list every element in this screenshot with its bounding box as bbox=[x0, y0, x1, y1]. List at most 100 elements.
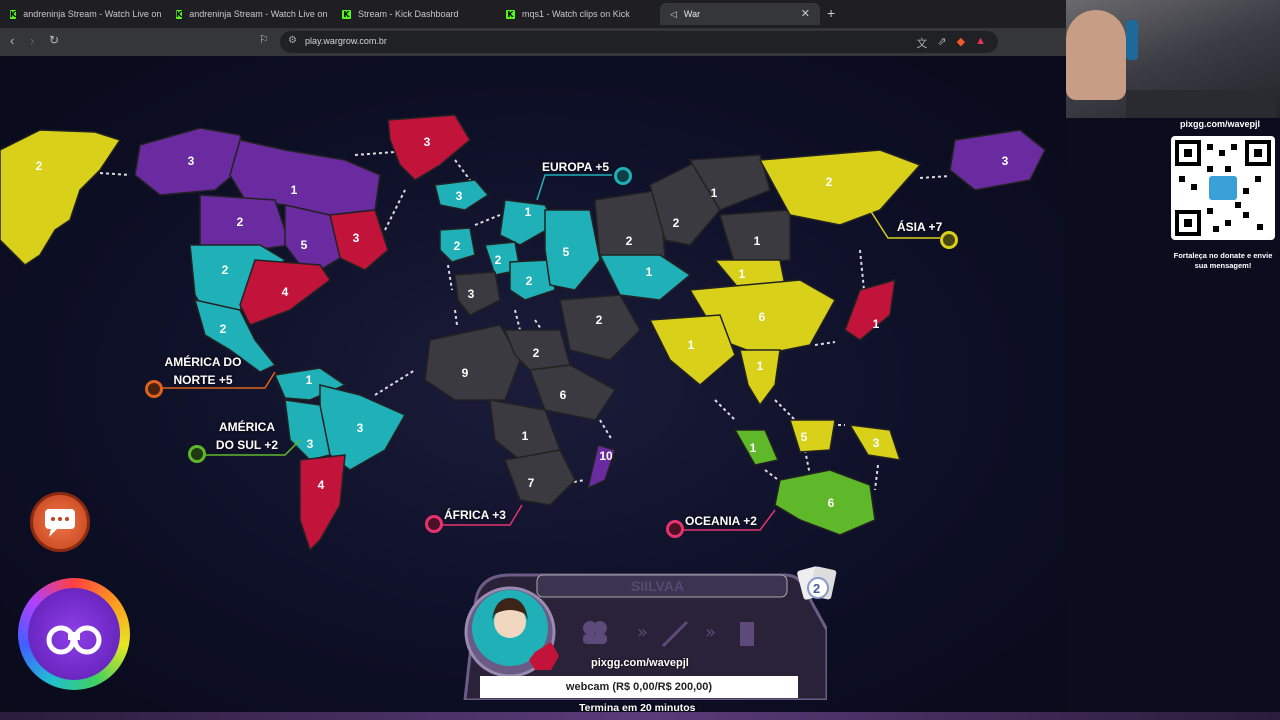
pix-message: Fortaleça no donate e envie sua mensagem… bbox=[1173, 251, 1273, 270]
army-count: 2 bbox=[222, 263, 229, 277]
browser-tab[interactable]: K andreninja Stream - Watch Live on K bbox=[0, 3, 162, 25]
territory-moscow[interactable] bbox=[544, 209, 601, 291]
url-text: play.wargrow.com.br bbox=[305, 36, 387, 46]
army-count: 1 bbox=[291, 183, 298, 197]
target-icon[interactable] bbox=[614, 167, 632, 185]
army-count: 5 bbox=[801, 430, 808, 444]
army-count: 1 bbox=[522, 429, 529, 443]
player-name: SIILVAA bbox=[631, 578, 685, 594]
kick-icon: K bbox=[342, 9, 351, 19]
continent-label-europa: EUROPA +5 bbox=[542, 160, 610, 174]
army-count: 1 bbox=[688, 338, 695, 352]
army-count: 3 bbox=[357, 421, 364, 435]
army-count: 9 bbox=[462, 366, 469, 380]
target-icon[interactable] bbox=[188, 445, 206, 463]
translate-icon[interactable]: 文 bbox=[916, 35, 927, 51]
war-icon: ◁ bbox=[670, 8, 677, 19]
territory-australia[interactable] bbox=[774, 469, 876, 536]
army-count: 4 bbox=[282, 285, 289, 299]
site-info-icon[interactable]: ⚙ bbox=[288, 35, 297, 46]
browser-tab[interactable]: K Stream - Kick Dashboard bbox=[332, 3, 494, 25]
chat-button[interactable] bbox=[30, 492, 90, 552]
continent-label-asia: ÁSIA +7 bbox=[897, 220, 943, 234]
continent-label-north-america: AMÉRICA DO NORTE +5 bbox=[164, 355, 242, 387]
army-count: 2 bbox=[626, 234, 633, 248]
army-count: 2 bbox=[36, 159, 43, 173]
close-tab-icon[interactable]: ✕ bbox=[801, 7, 810, 20]
kick-icon: K bbox=[506, 9, 515, 19]
army-count: 1 bbox=[525, 205, 532, 219]
target-icon[interactable] bbox=[666, 520, 684, 538]
reload-icon[interactable]: ↻ bbox=[49, 33, 59, 47]
territory-japan[interactable] bbox=[844, 278, 896, 341]
share-icon[interactable]: ⇗ bbox=[937, 35, 946, 51]
target-icon[interactable] bbox=[425, 515, 443, 533]
continent-label-oceania: OCEANIA +2 bbox=[685, 514, 757, 528]
spectate-button[interactable] bbox=[18, 578, 130, 690]
army-count: 1 bbox=[306, 373, 313, 387]
territory-south-africa[interactable] bbox=[503, 449, 576, 506]
army-count: 4 bbox=[318, 478, 325, 492]
back-icon[interactable]: ‹ bbox=[10, 33, 14, 48]
territory-ottawa[interactable] bbox=[199, 194, 291, 251]
army-count: 2 bbox=[533, 346, 540, 360]
army-count: 1 bbox=[754, 234, 761, 248]
territory-middle-east[interactable] bbox=[559, 294, 641, 361]
territory-argentina[interactable] bbox=[299, 454, 346, 552]
continent-label-south-america: AMÉRICA DO SUL +2 bbox=[215, 420, 279, 452]
bookmark-icon[interactable]: ⚐ bbox=[259, 33, 269, 46]
territory-sumatra[interactable] bbox=[733, 429, 780, 466]
army-count: 2 bbox=[495, 253, 502, 267]
army-count: 3 bbox=[873, 436, 880, 450]
browser-tab[interactable]: K andreninja Stream - Watch Live on K bbox=[166, 3, 328, 25]
army-count: 1 bbox=[873, 317, 880, 331]
donation-goal-bar: webcam (R$ 0,00/R$ 200,00) bbox=[480, 676, 798, 698]
svg-text:»: » bbox=[705, 622, 716, 643]
rewards-icon[interactable]: ▲ bbox=[975, 35, 986, 51]
webcam-feed bbox=[1066, 0, 1280, 118]
url-field[interactable]: ⚙ play.wargrow.com.br 文 ⇗ ◆ ▲ bbox=[280, 31, 998, 53]
army-count: 6 bbox=[759, 310, 766, 324]
army-count: 2 bbox=[826, 175, 833, 189]
forward-icon[interactable]: › bbox=[30, 33, 34, 48]
army-count: 3 bbox=[307, 437, 314, 451]
hand-card-count: 2 bbox=[813, 581, 821, 596]
army-count: 2 bbox=[673, 216, 680, 230]
binoculars-icon bbox=[28, 588, 120, 680]
army-count: 2 bbox=[220, 322, 227, 336]
territory-borneo[interactable] bbox=[788, 419, 836, 453]
army-count: 1 bbox=[750, 441, 757, 455]
target-icon[interactable] bbox=[145, 380, 163, 398]
army-count: 2 bbox=[454, 239, 461, 253]
kick-icon: K bbox=[10, 9, 17, 19]
army-count: 3 bbox=[1002, 154, 1009, 168]
army-count: 1 bbox=[646, 265, 653, 279]
browser-tab-bar: K andreninja Stream - Watch Live on K K … bbox=[0, 0, 1066, 28]
kick-icon: K bbox=[176, 9, 183, 19]
army-count: 1 bbox=[739, 267, 746, 281]
army-count: 2 bbox=[237, 215, 244, 229]
new-tab-icon[interactable]: + bbox=[827, 5, 835, 21]
territory-france[interactable] bbox=[454, 271, 501, 316]
address-bar: ‹ › ↻ ⚐ ⚙ play.wargrow.com.br 文 ⇗ ◆ ▲ bbox=[0, 28, 1066, 56]
territory-alaska-right[interactable] bbox=[949, 129, 1046, 191]
continent-label-africa: ÁFRICA +3 bbox=[444, 508, 506, 522]
svg-text:»: » bbox=[637, 622, 648, 643]
target-icon[interactable] bbox=[940, 231, 958, 249]
army-count: 3 bbox=[188, 154, 195, 168]
microphone bbox=[1126, 20, 1138, 60]
army-count: 10 bbox=[599, 449, 613, 463]
army-count: 3 bbox=[468, 287, 475, 301]
browser-tab-active[interactable]: ◁ War ✕ bbox=[660, 3, 820, 25]
browser-tab[interactable]: K mqs1 - Watch clips on Kick bbox=[496, 3, 658, 25]
territory-north-africa[interactable] bbox=[424, 324, 521, 401]
hand-cards-indicator[interactable]: 2 bbox=[796, 562, 838, 604]
army-count: 3 bbox=[353, 231, 360, 245]
army-count: 5 bbox=[301, 238, 308, 252]
brave-shield-icon[interactable]: ◆ bbox=[957, 35, 965, 51]
territory-alaska[interactable] bbox=[0, 129, 122, 266]
desk bbox=[1126, 90, 1276, 118]
army-count: 5 bbox=[563, 245, 570, 259]
pix-title: pixgg.com/wavepjl bbox=[1180, 119, 1261, 129]
game-board: 2 3 1 2 5 3 3 2 4 2 3 2 1 2 2 5 3 1 2 2 … bbox=[0, 56, 1066, 714]
